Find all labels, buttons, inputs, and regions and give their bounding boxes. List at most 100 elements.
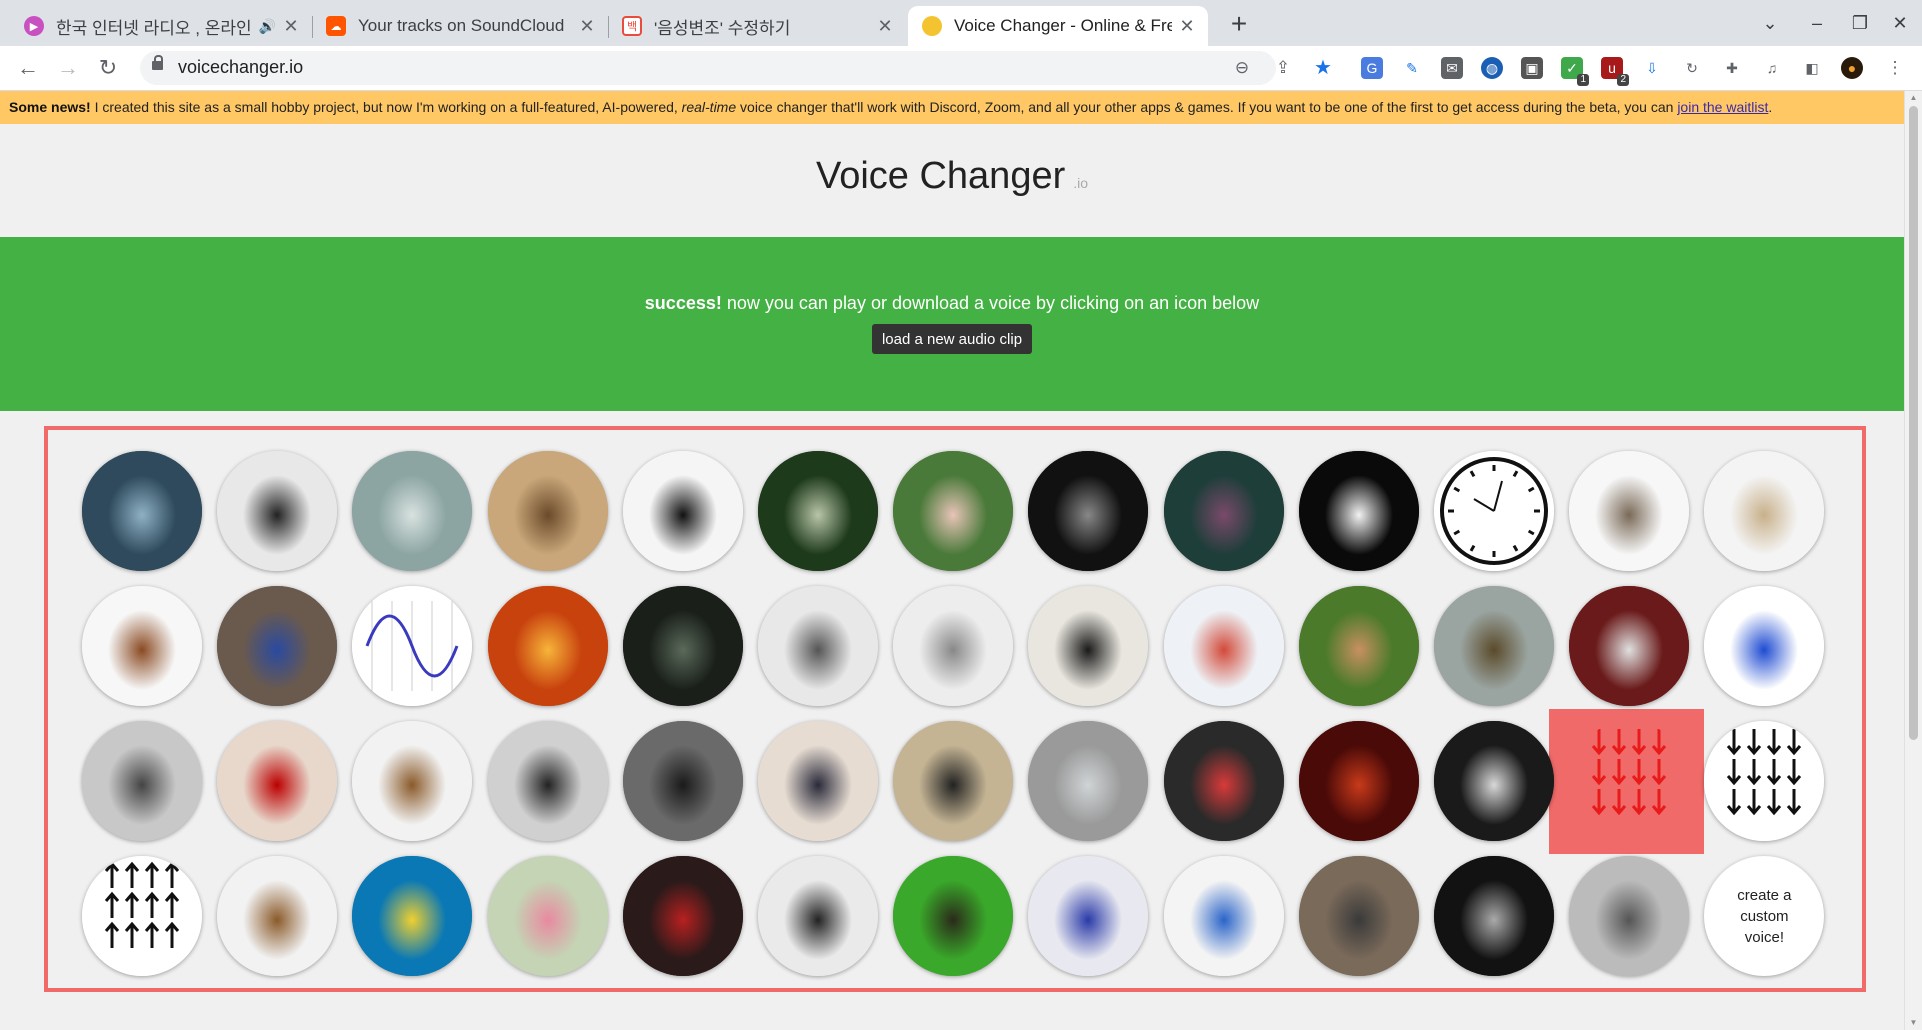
side-panel-icon[interactable]: ◧: [1801, 57, 1823, 79]
tab-voice-changer[interactable]: Voice Changer - Online & Free ✕: [908, 6, 1208, 46]
tortoise-icon[interactable]: [1434, 586, 1554, 706]
close-window-icon[interactable]: ✕: [1885, 8, 1915, 38]
new-tab-button[interactable]: +: [1222, 8, 1256, 42]
download-extension-icon[interactable]: ⇩: [1641, 57, 1663, 79]
kiro-robot-icon[interactable]: [1163, 721, 1284, 841]
dark-cave-icon[interactable]: [622, 586, 743, 706]
forward-icon[interactable]: →: [52, 52, 84, 84]
red-demon-icon[interactable]: [1298, 721, 1419, 841]
cymbal-icon[interactable]: [1704, 451, 1825, 571]
tab-soundcloud[interactable]: ☁ Your tracks on SoundCloud ✕: [312, 6, 608, 46]
close-tab-icon[interactable]: ✕: [1178, 16, 1196, 37]
vpn-extension-icon[interactable]: ✓ 1: [1561, 57, 1589, 86]
extensions-puzzle-icon[interactable]: ✚: [1721, 57, 1743, 79]
tab-search-icon[interactable]: ⌄: [1755, 8, 1785, 38]
red-car-icon[interactable]: [622, 856, 743, 976]
back-icon[interactable]: ←: [12, 52, 44, 84]
playing-cards-icon[interactable]: [217, 721, 338, 841]
officer-icon[interactable]: [758, 721, 878, 841]
dalek-icon[interactable]: [82, 586, 202, 706]
create-custom-voice-button[interactable]: create a custom voice!: [1704, 856, 1825, 976]
sine-wave-icon[interactable]: [352, 586, 473, 706]
silver-robot-icon[interactable]: [893, 586, 1014, 706]
refresh-extension-icon[interactable]: ↻: [1681, 57, 1703, 79]
snail-icon[interactable]: [1298, 586, 1419, 706]
cartoon-robot-icon[interactable]: [1028, 721, 1149, 841]
wooden-radio-icon[interactable]: [352, 721, 473, 841]
scuba-diver-icon[interactable]: [352, 856, 473, 976]
alien-icon[interactable]: [758, 451, 878, 571]
soldier-radio-icon[interactable]: [82, 721, 202, 841]
cute-tv-icon[interactable]: [487, 856, 608, 976]
load-new-audio-button[interactable]: load a new audio clip: [872, 324, 1032, 354]
extension-badge: 2: [1617, 74, 1629, 86]
speaker-icon[interactable]: 🔊: [259, 18, 276, 35]
reversed-clock-icon[interactable]: [1434, 451, 1554, 571]
toy-robot-icon[interactable]: [1028, 586, 1149, 706]
phone-cord-icon[interactable]: [758, 856, 878, 976]
news-text: I created this site as a small hobby pro…: [90, 99, 682, 115]
chrome-menu-icon[interactable]: ⋮: [1884, 57, 1906, 79]
url-text[interactable]: voicechanger.io: [178, 57, 303, 78]
transformer-icon[interactable]: [1028, 856, 1149, 976]
lock-icon[interactable]: [152, 55, 163, 70]
sprinter-icon[interactable]: [1569, 586, 1690, 706]
rotary-telephone-icon[interactable]: [622, 451, 743, 571]
minimize-icon[interactable]: –: [1802, 8, 1832, 38]
effects-pedal-icon[interactable]: [217, 586, 338, 706]
address-bar[interactable]: [140, 51, 1276, 85]
scrollbar-thumb[interactable]: [1909, 106, 1918, 740]
contact-extension-icon[interactable]: ▣: [1521, 57, 1543, 79]
lego-robot-icon[interactable]: [1163, 586, 1284, 706]
megaphone-icon[interactable]: [1163, 856, 1284, 976]
anonymous-mask-icon[interactable]: [1298, 451, 1419, 571]
close-tab-icon[interactable]: ✕: [876, 16, 894, 37]
pen-extension-icon[interactable]: ✎: [1401, 57, 1423, 79]
tab-title: 한국 인터넷 라디오 , 온라인 라디오: [56, 18, 255, 38]
wtf-meme-icon[interactable]: [893, 721, 1014, 841]
cave-monster-icon[interactable]: [82, 451, 202, 571]
playing-cards-icon-graphic: [217, 721, 338, 841]
scroll-down-icon[interactable]: ▼: [1909, 1018, 1918, 1027]
transistor-radio-icon[interactable]: [1569, 451, 1690, 571]
tab-voice-edit[interactable]: 백 '음성변조' 수정하기 ✕: [608, 6, 906, 46]
down-arrows-icon[interactable]: [1704, 721, 1825, 841]
white-robot-icon[interactable]: [758, 586, 878, 706]
close-tab-icon[interactable]: ✕: [282, 16, 300, 37]
reload-icon[interactable]: ↻: [92, 52, 124, 84]
ublock-extension-icon[interactable]: u2: [1601, 57, 1629, 86]
bike-brake-icon[interactable]: [1434, 856, 1554, 976]
close-tab-icon[interactable]: ✕: [578, 16, 596, 37]
cathedral-icon[interactable]: [487, 451, 608, 571]
melting-clock-icon[interactable]: [893, 451, 1014, 571]
down-arrows-icon[interactable]: [1569, 721, 1690, 841]
media-control-icon[interactable]: ♫: [1761, 57, 1783, 79]
bane-mask-icon[interactable]: [1298, 856, 1419, 976]
waitlist-link[interactable]: join the waitlist: [1677, 99, 1768, 115]
profile-avatar[interactable]: ●: [1841, 57, 1863, 79]
mail-extension-icon[interactable]: ✉: [1441, 57, 1463, 79]
chipmunk-icon[interactable]: [217, 856, 338, 976]
restore-icon[interactable]: ❐: [1845, 8, 1875, 38]
up-arrows-icon[interactable]: [82, 856, 202, 976]
scroll-up-icon[interactable]: ▲: [1909, 93, 1918, 102]
ghost-hand-icon[interactable]: [352, 451, 473, 571]
success-message: success! now you can play or download a …: [0, 293, 1904, 314]
astronaut-icon[interactable]: [1434, 721, 1554, 841]
bookmark-star-icon[interactable]: ★: [1312, 57, 1334, 79]
mosquito-icon[interactable]: [893, 856, 1014, 976]
sonic-icon[interactable]: [1704, 586, 1825, 706]
dark-knight-icon[interactable]: [622, 721, 743, 841]
armored-robot-icon[interactable]: [1163, 451, 1284, 571]
tab-korean-radio[interactable]: ▶ 한국 인터넷 라디오 , 온라인 라디오 🔊 ✕: [10, 6, 312, 46]
globe-extension-icon[interactable]: ◍: [1481, 57, 1503, 79]
grey-alien-icon[interactable]: [1028, 451, 1149, 571]
old-radio-tower-icon[interactable]: [217, 451, 338, 571]
metal-knob-icon[interactable]: [1569, 856, 1690, 976]
zoom-icon[interactable]: ⊖: [1231, 57, 1253, 79]
translate-extension-icon[interactable]: G: [1361, 57, 1383, 79]
sprinter-icon-graphic: [1569, 586, 1690, 706]
gramophone-man-icon[interactable]: [487, 721, 608, 841]
share-icon[interactable]: ⇪: [1272, 57, 1294, 79]
fire-demon-icon[interactable]: [487, 586, 608, 706]
